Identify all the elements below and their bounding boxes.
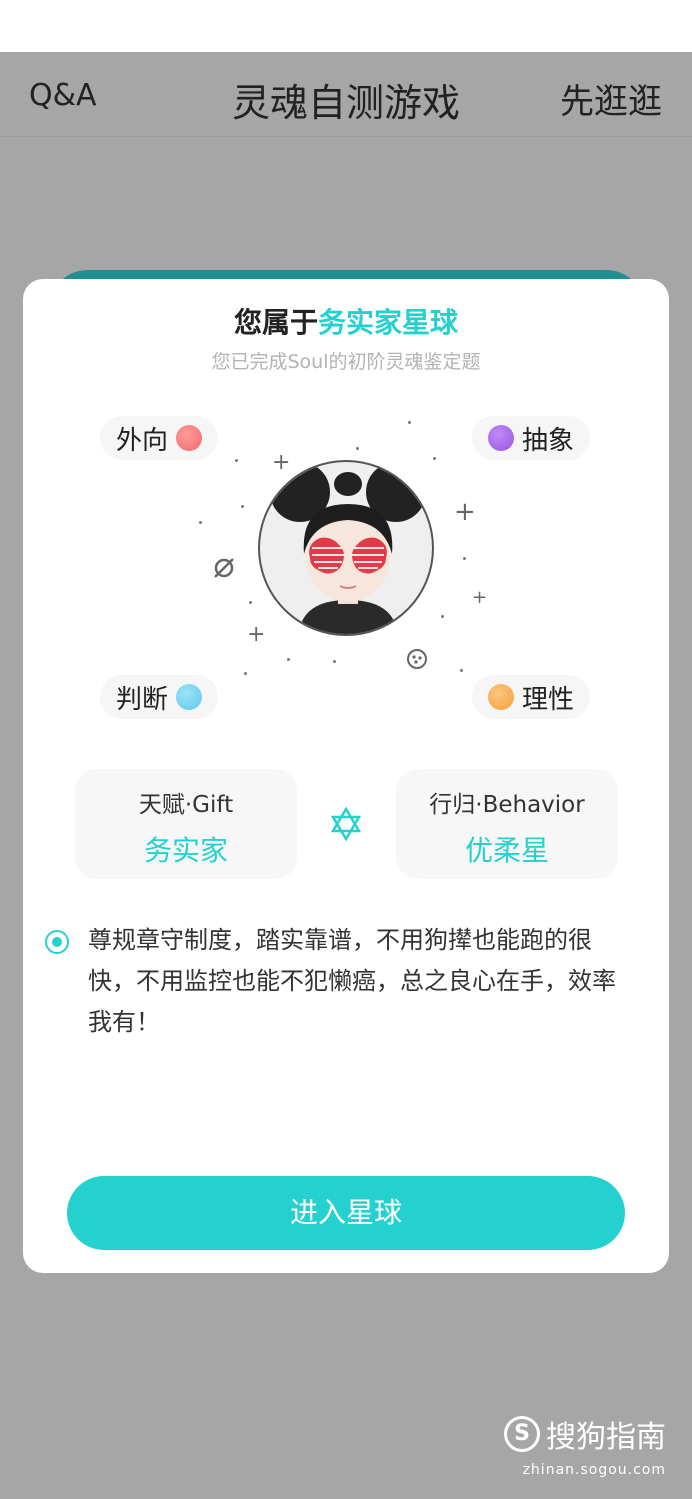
trait-label: 判断 — [116, 684, 169, 715]
gift-value: 务实家 — [143, 834, 228, 867]
star-speck — [249, 601, 252, 604]
star-speck — [199, 521, 202, 524]
sparkle-icon: + — [454, 497, 476, 527]
star-speck — [408, 421, 411, 424]
cookie-planet-icon — [407, 649, 427, 669]
gift-box: 天赋·Gift 务实家 — [75, 769, 297, 879]
radio-indicator-icon — [45, 930, 69, 954]
star-speck — [460, 669, 463, 672]
planet-dot-icon — [488, 684, 514, 710]
sparkle-icon: + — [472, 587, 488, 608]
sparkle-icon: + — [272, 450, 291, 475]
star-speck — [287, 658, 290, 661]
title-prefix: 您属于 — [233, 306, 318, 339]
avatar — [258, 460, 434, 636]
trait-label: 理性 — [522, 684, 575, 715]
star-speck — [244, 672, 247, 675]
star-speck — [463, 557, 466, 560]
hexagram-icon — [330, 807, 362, 841]
result-title: 您属于务实家星球 — [23, 301, 669, 341]
watermark-brand: 搜狗指南 — [546, 1420, 666, 1455]
planet-name: 务实家星球 — [318, 306, 459, 339]
watermark: S 搜狗指南 zhinan.sogou.com — [504, 1412, 666, 1478]
star-speck — [356, 447, 359, 450]
star-speck — [241, 505, 244, 508]
enter-planet-button[interactable]: 进入星球 — [67, 1176, 625, 1250]
trait-label: 抽象 — [522, 425, 575, 456]
result-subtitle: 您已完成Soul的初阶灵魂鉴定题 — [211, 351, 481, 373]
planet-dot-icon — [176, 425, 203, 451]
behavior-value: 优柔星 — [464, 834, 549, 867]
star-speck — [433, 457, 436, 460]
star-speck — [441, 615, 444, 618]
top-bar: Q&A 灵魂自测游戏 先逛逛 — [0, 52, 692, 137]
behavior-box: 行归·Behavior 优柔星 — [396, 769, 618, 879]
status-bar — [0, 0, 692, 52]
sparkle-icon: + — [247, 622, 266, 647]
browse-link[interactable]: 先逛逛 — [560, 74, 662, 123]
watermark-url: zhinan.sogou.com — [522, 1462, 666, 1478]
trait-extrovert: 外向 — [100, 416, 219, 460]
planet-dot-icon — [488, 425, 514, 451]
gift-label: 天赋·Gift — [138, 792, 234, 818]
sogou-logo-icon: S — [504, 1416, 540, 1452]
result-description: 尊规章守制度，踏实靠谱，不用狗撵也能跑的很快，不用监控也能不犯懒癌，总之良心在手… — [88, 926, 616, 1036]
trait-abstract: 抽象 — [472, 416, 591, 460]
trait-judging: 判断 — [100, 675, 219, 719]
behavior-label: 行归·Behavior — [429, 792, 585, 818]
result-dialog: 您属于务实家星球 您已完成Soul的初阶灵魂鉴定题 外向 抽象 判断 理性 + … — [23, 279, 669, 1273]
planet-dot-icon — [176, 684, 203, 710]
avatar-cartoon-icon — [270, 462, 426, 634]
star-speck — [333, 660, 336, 663]
trait-label: 外向 — [116, 425, 169, 456]
star-speck — [235, 459, 238, 462]
trait-rational: 理性 — [472, 675, 591, 719]
planet-ring-icon — [214, 558, 234, 578]
